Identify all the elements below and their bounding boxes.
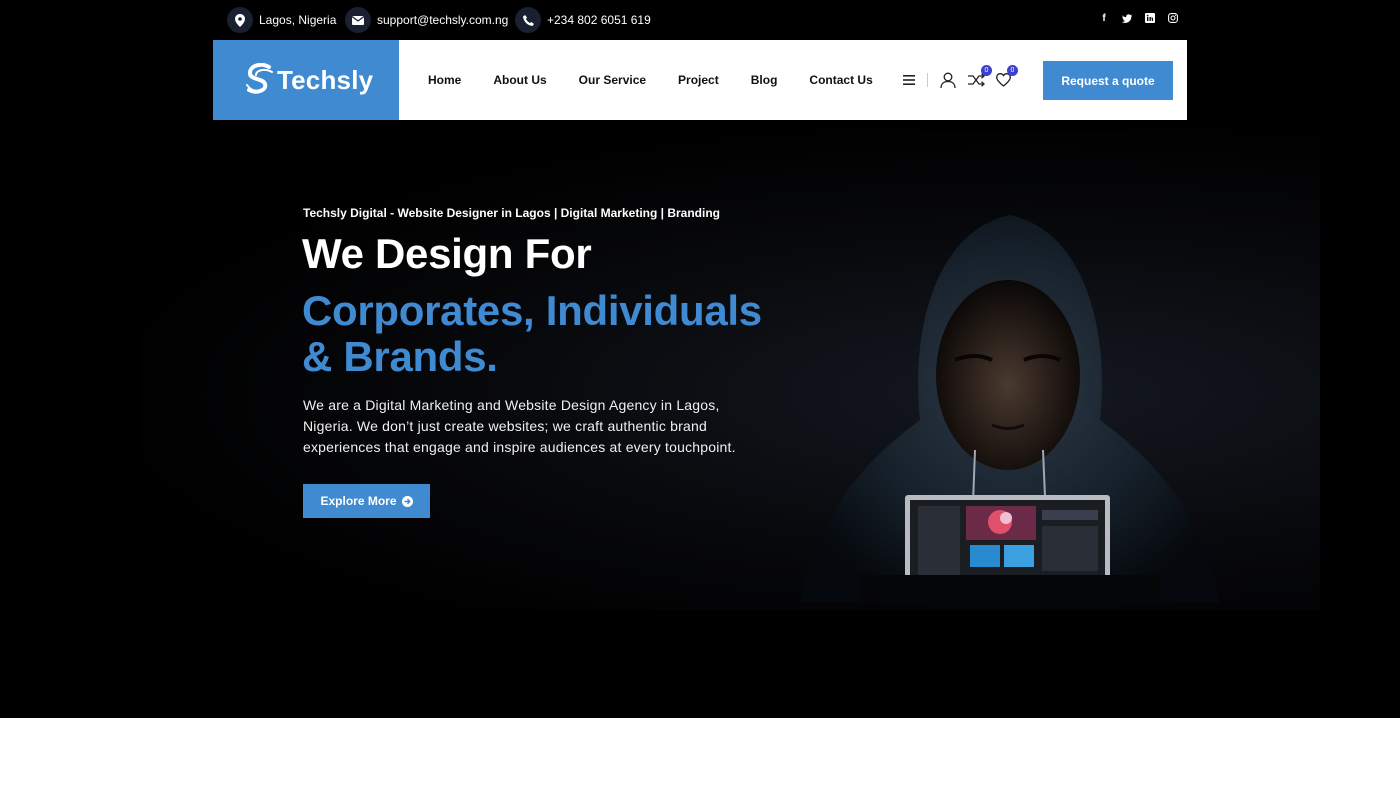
user-account-icon[interactable] <box>940 72 956 88</box>
request-quote-button[interactable]: Request a quote <box>1043 61 1173 100</box>
phone-icon <box>515 7 541 33</box>
techsly-logo-icon <box>246 63 273 94</box>
main-header: Techsly Home About Us Our Service Projec… <box>213 40 1187 120</box>
nav-item-home[interactable]: Home <box>428 73 461 87</box>
header-divider <box>927 73 928 87</box>
social-links: f <box>1099 12 1178 24</box>
location-info: Lagos, Nigeria <box>227 7 336 33</box>
explore-more-button[interactable]: Explore More <box>303 484 430 518</box>
main-nav: Home About Us Our Service Project Blog C… <box>428 40 873 120</box>
compare-icon[interactable]: 0 <box>968 65 992 87</box>
email-info[interactable]: support@techsly.com.ng <box>345 7 508 33</box>
logo[interactable]: Techsly <box>213 40 399 120</box>
hero-person-laptop-image <box>800 215 1220 602</box>
header-icons: 0 0 <box>903 40 1018 120</box>
arrow-right-circle-icon <box>401 495 413 507</box>
logo-text: Techsly <box>277 64 374 95</box>
instagram-icon[interactable] <box>1168 12 1178 24</box>
location-text: Lagos, Nigeria <box>259 13 337 27</box>
nav-item-project[interactable]: Project <box>678 73 719 87</box>
nav-item-about-us[interactable]: About Us <box>493 73 546 87</box>
wishlist-heart-icon[interactable]: 0 <box>996 65 1018 87</box>
compare-count-badge: 0 <box>981 65 992 76</box>
nav-item-contact-us[interactable]: Contact Us <box>809 73 872 87</box>
facebook-icon[interactable]: f <box>1099 12 1109 24</box>
explore-more-label: Explore More <box>320 494 397 508</box>
hero-subtitle: Corporates, Individuals & Brands. <box>302 287 762 380</box>
nav-item-blog[interactable]: Blog <box>751 73 778 87</box>
wishlist-count-badge: 0 <box>1007 65 1018 76</box>
hero-description: We are a Digital Marketing and Website D… <box>303 397 736 455</box>
location-pin-icon <box>227 7 253 33</box>
twitter-icon[interactable] <box>1122 12 1132 24</box>
phone-info[interactable]: +234 802 6051 619 <box>515 7 651 33</box>
envelope-icon <box>345 7 371 33</box>
linkedin-icon[interactable] <box>1145 12 1155 24</box>
nav-item-our-service[interactable]: Our Service <box>579 73 646 87</box>
email-link[interactable]: support@techsly.com.ng <box>377 13 508 27</box>
hamburger-menu-icon[interactable] <box>903 75 915 85</box>
hero-title: We Design For <box>302 230 592 277</box>
top-bar: Lagos, Nigeria support@techsly.com.ng +2… <box>0 0 1400 40</box>
phone-link[interactable]: +234 802 6051 619 <box>547 13 651 27</box>
hero-tagline: Techsly Digital - Website Designer in La… <box>303 206 721 220</box>
